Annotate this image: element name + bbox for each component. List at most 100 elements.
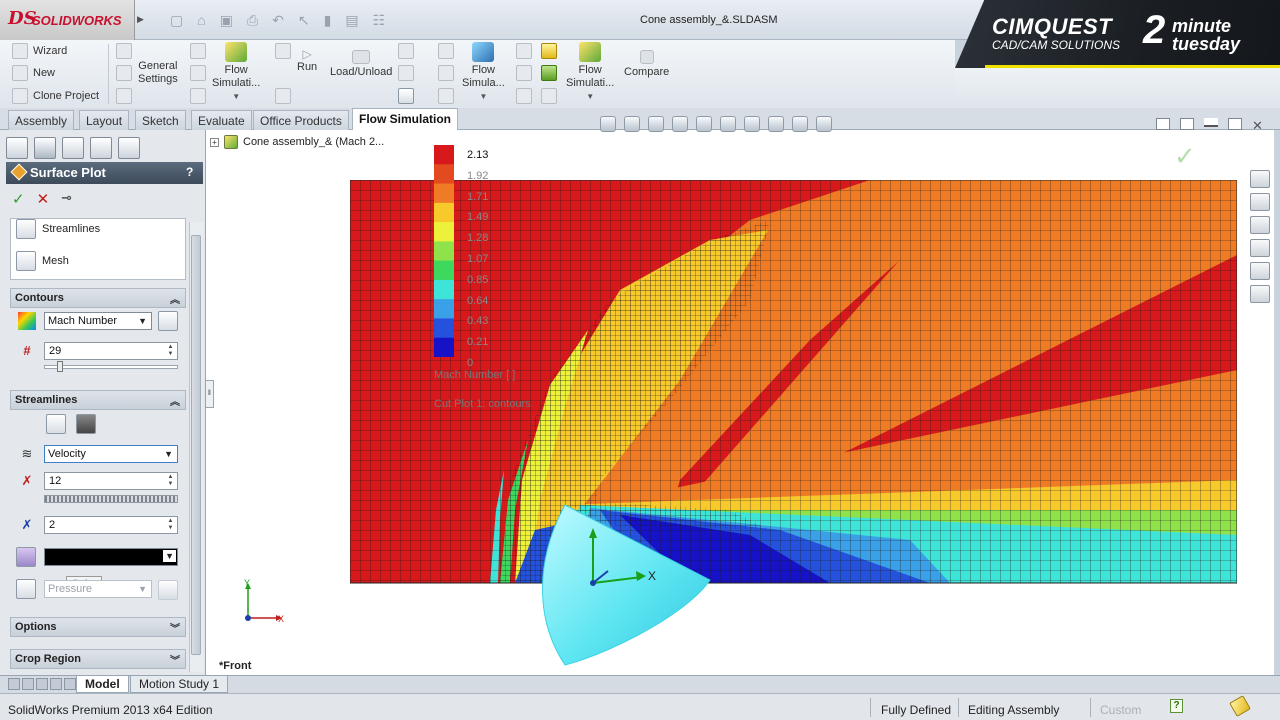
legend-colorbar[interactable] bbox=[434, 145, 454, 357]
wizard-button[interactable]: Wizard bbox=[12, 42, 67, 60]
tab-layout[interactable]: Layout bbox=[79, 110, 130, 130]
new-doc-icon[interactable]: ▢ bbox=[170, 12, 183, 30]
streamline-count-slider[interactable] bbox=[44, 495, 178, 503]
zoom-area-icon[interactable] bbox=[624, 116, 640, 132]
streamlines-section-header[interactable]: Streamlines ︽ bbox=[10, 390, 186, 410]
tool-p-icon[interactable] bbox=[516, 64, 532, 82]
design-library-icon[interactable] bbox=[1250, 193, 1270, 211]
section-view-icon[interactable] bbox=[672, 116, 688, 132]
options-icon[interactable]: ☷ bbox=[373, 12, 386, 30]
feature-tree-root[interactable]: + Cone assembly_& (Mach 2... bbox=[210, 135, 384, 149]
restore-icon[interactable] bbox=[1228, 118, 1242, 130]
file-props-icon[interactable]: ▤ bbox=[345, 12, 358, 30]
custom-properties-icon[interactable] bbox=[1250, 285, 1270, 303]
tool-j-icon[interactable] bbox=[398, 64, 414, 82]
home-icon[interactable] bbox=[1250, 170, 1270, 188]
file-explorer-icon[interactable] bbox=[1250, 216, 1270, 234]
tool-c-icon[interactable] bbox=[116, 87, 132, 105]
option-streamlines[interactable]: Streamlines bbox=[16, 219, 100, 239]
tab-motion-study-1[interactable]: Motion Study 1 bbox=[130, 676, 229, 693]
tool-g-icon[interactable] bbox=[275, 42, 291, 60]
undo-icon[interactable]: ↶ bbox=[272, 12, 284, 30]
streamline-color-picker[interactable]: ▼ bbox=[44, 548, 178, 566]
display-manager-tab-icon[interactable] bbox=[90, 137, 112, 159]
last-tab-icon[interactable] bbox=[50, 678, 62, 690]
tab-sketch[interactable]: Sketch bbox=[135, 110, 186, 130]
streamline-arrows-icon[interactable] bbox=[76, 414, 96, 434]
view-palette-icon[interactable] bbox=[1250, 239, 1270, 257]
hide-show-icon[interactable] bbox=[744, 116, 760, 132]
tool-i-icon[interactable] bbox=[398, 42, 414, 60]
tag-icon[interactable] bbox=[1229, 695, 1251, 717]
scene-icon[interactable] bbox=[792, 116, 808, 132]
expand-icon[interactable]: + bbox=[210, 137, 219, 147]
tool-k-icon[interactable] bbox=[398, 87, 414, 105]
pm-scrollbar-thumb[interactable] bbox=[191, 235, 201, 655]
tool-e-icon[interactable] bbox=[190, 64, 206, 82]
print-icon[interactable]: ⎙ bbox=[247, 12, 258, 30]
configuration-manager-tab-icon[interactable] bbox=[62, 137, 84, 159]
panel-collapse-handle[interactable]: ‖ bbox=[205, 380, 214, 408]
confirmation-corner-icon[interactable]: ✓ bbox=[1174, 141, 1196, 172]
options-section-header[interactable]: Options ︾ bbox=[10, 617, 186, 637]
streamline-color-icon[interactable] bbox=[16, 547, 36, 567]
tab-flow-simulation[interactable]: Flow Simulation bbox=[352, 108, 458, 130]
tile-view-icon[interactable] bbox=[1180, 118, 1194, 130]
spin-buttons-icon[interactable]: ▲ ▼ bbox=[165, 344, 176, 358]
lightbulb-icon[interactable] bbox=[541, 42, 557, 60]
feature-manager-tab-icon[interactable] bbox=[6, 137, 28, 159]
next-tab-icon[interactable] bbox=[36, 678, 48, 690]
contours-section-header[interactable]: Contours ︽ bbox=[10, 288, 186, 308]
close-icon[interactable]: ✕ bbox=[1252, 118, 1263, 134]
general-settings-button[interactable]: General Settings bbox=[138, 60, 178, 86]
ok-button[interactable]: ✓ bbox=[12, 190, 25, 208]
minimize-icon[interactable] bbox=[1204, 118, 1218, 127]
tab-office-products[interactable]: Office Products bbox=[253, 110, 349, 130]
appearances-icon[interactable] bbox=[1250, 262, 1270, 280]
tab-model[interactable]: Model bbox=[76, 676, 129, 693]
tool-l-icon[interactable] bbox=[438, 42, 454, 60]
flow-analysis-tab-icon[interactable] bbox=[118, 137, 140, 159]
tab-scroll-icon[interactable] bbox=[64, 678, 76, 690]
rebuild-icon[interactable]: ▮ bbox=[324, 12, 332, 30]
view-settings-icon[interactable] bbox=[816, 116, 832, 132]
contour-parameter-select[interactable]: Mach Number ▼ bbox=[44, 312, 152, 330]
tool-a-icon[interactable] bbox=[116, 42, 132, 60]
split-view-icon[interactable] bbox=[1156, 118, 1170, 130]
contour-levels-input[interactable]: 29 ▲ ▼ bbox=[44, 342, 178, 360]
tool-m-icon[interactable] bbox=[438, 64, 454, 82]
menu-expand-icon[interactable]: ▶ bbox=[137, 14, 144, 25]
tool-b-icon[interactable] bbox=[116, 64, 132, 82]
spin-buttons-icon[interactable]: ▲ ▼ bbox=[165, 518, 176, 532]
new-project-button[interactable]: New bbox=[12, 64, 55, 82]
streamline-count-input[interactable]: 12 ▲ ▼ bbox=[44, 472, 178, 490]
previous-view-icon[interactable] bbox=[648, 116, 664, 132]
adjust-range-icon[interactable] bbox=[158, 311, 178, 331]
status-units[interactable]: Custom bbox=[1100, 703, 1141, 717]
load-unload-button[interactable]: Load/Unload bbox=[330, 50, 392, 79]
flow-simulation-3-button[interactable]: Flow Simulati... ▼ bbox=[566, 42, 614, 103]
compare-button[interactable]: Compare bbox=[624, 50, 669, 79]
solidworks-logo[interactable]: DS SOLIDWORKS bbox=[0, 0, 135, 40]
tool-h-icon[interactable] bbox=[275, 87, 291, 105]
save-icon[interactable]: ▣ bbox=[220, 12, 233, 30]
color-by-parameter-icon[interactable] bbox=[16, 579, 36, 599]
first-tab-icon[interactable] bbox=[8, 678, 20, 690]
tool-q-icon[interactable] bbox=[516, 87, 532, 105]
tool-d-icon[interactable] bbox=[190, 42, 206, 60]
option-mesh[interactable]: Mesh bbox=[16, 251, 69, 271]
display-style-icon[interactable] bbox=[720, 116, 736, 132]
tab-assembly[interactable]: Assembly bbox=[8, 110, 75, 130]
levels-slider-thumb[interactable] bbox=[57, 361, 63, 372]
color-by-select[interactable]: Pressure ▼ bbox=[44, 580, 152, 598]
view-orientation-icon[interactable] bbox=[696, 116, 712, 132]
tool-n-icon[interactable] bbox=[438, 87, 454, 105]
streamline-lines-icon[interactable] bbox=[46, 414, 66, 434]
zoom-to-fit-icon[interactable] bbox=[600, 116, 616, 132]
tab-evaluate[interactable]: Evaluate bbox=[191, 110, 252, 130]
appearance-icon[interactable] bbox=[768, 116, 784, 132]
spin-buttons-icon[interactable]: ▲ ▼ bbox=[165, 474, 176, 488]
tool-r-icon[interactable] bbox=[541, 87, 557, 105]
adjust-color-range-icon[interactable] bbox=[158, 580, 178, 600]
property-manager-tab-icon[interactable] bbox=[34, 137, 56, 159]
